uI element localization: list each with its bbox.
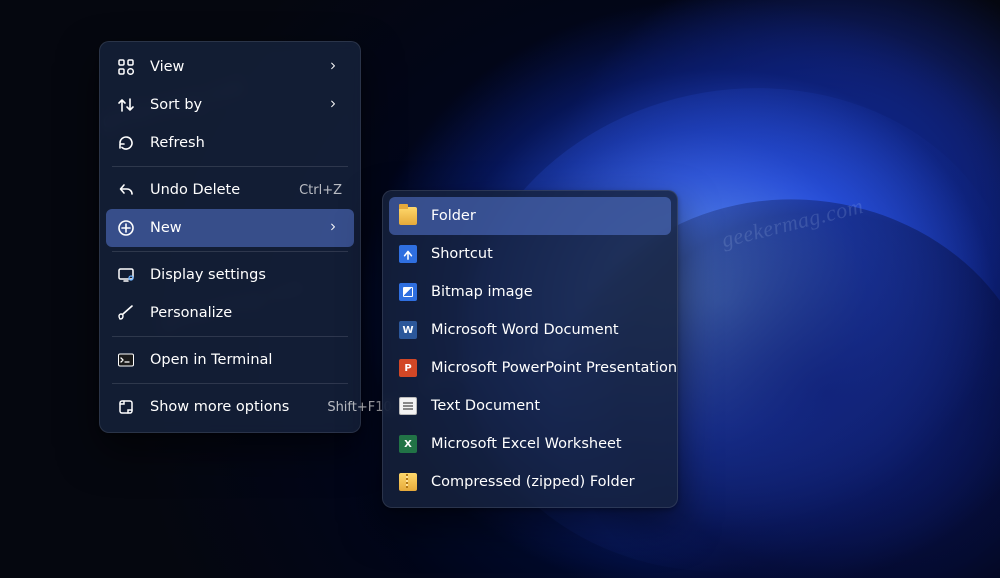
menu-item-label: Show more options — [150, 399, 289, 415]
submenu-item-label: Compressed (zipped) Folder — [431, 474, 659, 490]
menu-item-show-more-options[interactable]: Show more optionsShift+F10 — [106, 388, 354, 426]
submenu-item-label: Bitmap image — [431, 284, 659, 300]
grid-icon — [116, 57, 136, 77]
menu-separator — [112, 336, 348, 337]
menu-separator — [112, 166, 348, 167]
xls-icon: X — [399, 435, 417, 453]
chevron-right-icon — [328, 62, 342, 72]
submenu-item-compressed-zipped-folder[interactable]: Compressed (zipped) Folder — [389, 463, 671, 501]
menu-item-new[interactable]: New — [106, 209, 354, 247]
submenu-item-label: Shortcut — [431, 246, 659, 262]
ppt-icon: P — [399, 359, 417, 377]
folder-icon — [399, 207, 417, 225]
menu-item-label: Refresh — [150, 135, 342, 151]
display-icon — [116, 265, 136, 285]
plus-circle-icon — [116, 218, 136, 238]
menu-item-display-settings[interactable]: Display settings — [106, 256, 354, 294]
menu-separator — [112, 251, 348, 252]
zip-icon — [399, 473, 417, 491]
menu-separator — [112, 383, 348, 384]
menu-item-view[interactable]: View — [106, 48, 354, 86]
menu-item-label: New — [150, 220, 314, 236]
submenu-item-bitmap-image[interactable]: Bitmap image — [389, 273, 671, 311]
menu-item-accelerator: Ctrl+Z — [299, 183, 342, 198]
refresh-icon — [116, 133, 136, 153]
submenu-item-label: Microsoft Word Document — [431, 322, 659, 338]
submenu-item-label: Folder — [431, 208, 659, 224]
menu-item-label: View — [150, 59, 314, 75]
menu-item-sort-by[interactable]: Sort by — [106, 86, 354, 124]
menu-item-label: Personalize — [150, 305, 342, 321]
chevron-right-icon — [328, 223, 342, 233]
shortcut-icon — [399, 245, 417, 263]
menu-item-label: Undo Delete — [150, 182, 261, 198]
menu-item-personalize[interactable]: Personalize — [106, 294, 354, 332]
sort-icon — [116, 95, 136, 115]
menu-item-label: Display settings — [150, 267, 342, 283]
menu-item-open-in-terminal[interactable]: Open in Terminal — [106, 341, 354, 379]
desktop-context-menu[interactable]: View Sort by Refresh Undo Delete Ctrl+Z New Di… — [99, 41, 361, 433]
menu-item-label: Sort by — [150, 97, 314, 113]
chevron-right-icon — [328, 100, 342, 110]
submenu-item-shortcut[interactable]: Shortcut — [389, 235, 671, 273]
menu-item-undo-delete[interactable]: Undo Delete Ctrl+Z — [106, 171, 354, 209]
bmp-icon — [399, 283, 417, 301]
menu-item-refresh[interactable]: Refresh — [106, 124, 354, 162]
submenu-item-folder[interactable]: Folder — [389, 197, 671, 235]
submenu-item-microsoft-powerpoint-presentation[interactable]: PMicrosoft PowerPoint Presentation — [389, 349, 671, 387]
submenu-item-label: Text Document — [431, 398, 659, 414]
submenu-item-label: Microsoft PowerPoint Presentation — [431, 360, 677, 376]
menu-item-label: Open in Terminal — [150, 352, 342, 368]
submenu-item-label: Microsoft Excel Worksheet — [431, 436, 659, 452]
terminal-icon — [116, 350, 136, 370]
expand-icon — [116, 397, 136, 417]
submenu-item-microsoft-word-document[interactable]: W Microsoft Word Document — [389, 311, 671, 349]
txt-icon — [399, 397, 417, 415]
new-submenu[interactable]: Folder Shortcut Bitmap image W Microsoft Wor… — [382, 190, 678, 508]
brush-icon — [116, 303, 136, 323]
undo-icon — [116, 180, 136, 200]
word-icon: W — [399, 321, 417, 339]
submenu-item-microsoft-excel-worksheet[interactable]: X Microsoft Excel Worksheet — [389, 425, 671, 463]
submenu-item-text-document[interactable]: Text Document — [389, 387, 671, 425]
